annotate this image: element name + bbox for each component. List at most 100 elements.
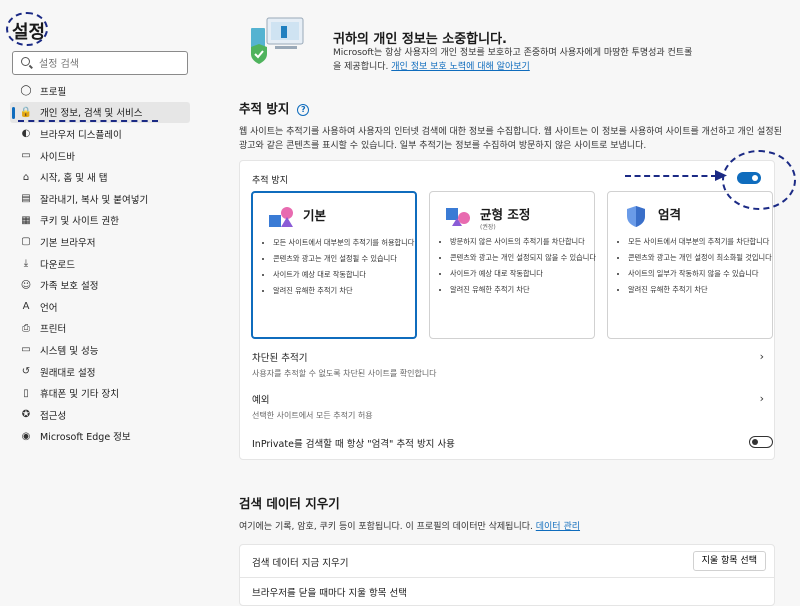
profile-icon: ◯ (20, 85, 32, 97)
lock-icon: 🔒 (19, 106, 33, 118)
option-bullet: 방문하지 않은 사이트의 추적기를 차단합니다 (450, 236, 598, 247)
toggle-knob (752, 439, 758, 445)
blocked-trackers-desc: 사용자를 추적할 수 없도록 차단된 사이트를 확인합니다 (252, 369, 437, 378)
sidebar-item-label: 원래대로 설정 (40, 367, 96, 379)
phone-icon: ▯ (23, 387, 29, 399)
sidebar-item[interactable]: ▭ 시스템 및 성능 (10, 339, 190, 361)
option-bullets: 모든 사이트에서 대부분의 추적기를 허용합니다 콘텐츠와 광고는 개인 설정될… (263, 237, 421, 301)
settings-sidebar: 설정 ◯프로필🔒개인 정보, 검색 및 서비스◐브라우저 디스플레이▭사이드바⌂… (0, 0, 206, 595)
sidebar-item[interactable]: ☺ 가족 보호 설정 (10, 274, 190, 296)
hero-description: Microsoft는 항상 사용자의 개인 정보를 보호하고 존중하며 사용자에… (333, 46, 693, 74)
sidebar-item[interactable]: ◐ 브라우저 디스플레이 (10, 123, 190, 145)
settings-search-input[interactable] (37, 55, 186, 73)
hero-title: 귀하의 개인 정보는 소중합니다. (333, 32, 507, 47)
help-icon[interactable]: ? (297, 103, 310, 116)
sidebar-item[interactable]: A 언어 (10, 296, 190, 318)
tracking-prevention-card: 추적 방지 기본 모든 사이트에서 대부분의 추적기를 허용합니다 콘텐츠와 광… (239, 160, 775, 460)
balanced-shapes-icon (446, 208, 470, 226)
settings-main: 귀하의 개인 정보는 소중합니다. Microsoft는 항상 사용자의 개인 … (205, 0, 800, 606)
option-title: 엄격 (658, 207, 682, 222)
option-bullet: 모든 사이트에서 대부분의 추적기를 차단합니다 (628, 236, 776, 247)
sidebar-item[interactable]: ▦ 쿠키 및 사이트 권한 (10, 210, 190, 232)
family-icon: ☺ (20, 279, 32, 291)
option-bullets: 모든 사이트에서 대부분의 추적기를 차단합니다 콘텐츠와 광고는 개인 설정이… (618, 236, 776, 300)
edge-icon: ◉ (21, 430, 31, 442)
tracking-option-strict[interactable]: 엄격 모든 사이트에서 대부분의 추적기를 차단합니다 콘텐츠와 광고는 개인 … (607, 191, 773, 339)
option-recommended: (권장) (480, 224, 496, 231)
annotation-arrow-line (625, 175, 717, 177)
tracking-title-text: 추적 방지 (239, 101, 290, 116)
sidebar-item-label: 사이드바 (40, 151, 75, 163)
tracking-section-title: 추적 방지? (239, 98, 310, 117)
tracking-toggle-label: 추적 방지 (252, 176, 288, 186)
sidebar-item-label: 프로필 (40, 86, 67, 98)
search-icon (21, 57, 30, 66)
settings-nav: ◯ 프로필 🔒 개인 정보, 검색 및 서비스 ◐ 브라우저 디스플레이 ▭ 사이드바 ⌂ 시작,… (10, 80, 190, 447)
option-title: 기본 (303, 208, 327, 223)
option-title: 균형 조정 (480, 207, 531, 222)
inprivate-strict-row: InPrivate를 검색할 때 항상 "엄격" 추적 방지 사용 (252, 436, 764, 450)
option-bullet: 알려진 유해한 추적기 차단 (273, 285, 421, 296)
privacy-illustration-icon (251, 17, 304, 64)
settings-search-box[interactable] (12, 51, 188, 75)
annotation-title-circle (6, 12, 48, 46)
sidebar-item-label: 시스템 및 성능 (40, 345, 99, 357)
clear-on-close-row[interactable]: 브라우저를 닫을 때마다 지울 항목 선택 (252, 585, 407, 599)
clear-data-card: 검색 데이터 지금 지우기 지울 항목 선택 브라우저를 닫을 때마다 지울 항… (239, 544, 775, 606)
sidebar-item-label: Microsoft Edge 정보 (40, 432, 131, 444)
sidebar-item-label: 언어 (40, 302, 58, 314)
sidebar-item-label: 기본 브라우저 (40, 237, 96, 249)
blocked-trackers-row[interactable]: 차단된 추적기 사용자를 추적할 수 없도록 차단된 사이트를 확인합니다 › (252, 350, 764, 379)
exceptions-title: 예외 (252, 395, 270, 406)
option-bullet: 알려진 유해한 추적기 차단 (450, 284, 598, 295)
option-bullet: 모든 사이트에서 대부분의 추적기를 허용합니다 (273, 237, 421, 248)
sidebar-icon: ▭ (21, 150, 31, 162)
option-bullet: 알려진 유해한 추적기 차단 (628, 284, 776, 295)
sidebar-item-label: 접근성 (40, 410, 67, 422)
exceptions-row[interactable]: 예외 선택한 사이트에서 모든 추적기 허용 › (252, 392, 764, 421)
sidebar-item-label: 시작, 홈 및 새 탭 (40, 173, 108, 185)
system-icon: ▭ (21, 344, 31, 356)
sidebar-item[interactable]: ▭ 사이드바 (10, 145, 190, 167)
clear-now-label: 검색 데이터 지금 지우기 (252, 558, 349, 569)
printer-icon: ⎙ (22, 322, 30, 334)
home-icon: ⌂ (22, 171, 30, 183)
option-bullet: 콘텐츠와 광고는 개인 설정될 수 있습니다 (273, 253, 421, 264)
accessibility-icon: ✪ (21, 409, 31, 421)
sidebar-item[interactable]: ◉ Microsoft Edge 정보 (10, 426, 190, 448)
blocked-trackers-title: 차단된 추적기 (252, 353, 308, 364)
option-bullet: 콘텐츠와 광고는 개인 설정이 최소화될 것입니다 (628, 252, 776, 263)
sidebar-item[interactable]: ▯ 휴대폰 및 기타 장치 (10, 382, 190, 404)
sidebar-item[interactable]: ↺ 원래대로 설정 (10, 361, 190, 383)
language-icon: A (22, 301, 30, 313)
sidebar-item-label: 잘라내기, 복사 및 붙여넣기 (40, 194, 149, 206)
inprivate-strict-label: InPrivate를 검색할 때 항상 "엄격" 추적 방지 사용 (252, 439, 455, 450)
sidebar-item[interactable]: ⌂ 시작, 홈 및 새 탭 (10, 166, 190, 188)
clear-data-desc-text: 여기에는 기록, 암호, 쿠키 등이 포함됩니다. 이 프로필의 데이터만 삭제… (239, 522, 533, 532)
clipboard-icon: ▤ (21, 193, 31, 205)
chevron-right-icon: › (759, 350, 764, 363)
option-bullet: 사이트의 일부가 작동하지 않을 수 있습니다 (628, 268, 776, 279)
tracking-description: 웹 사이트는 추적기를 사용하여 사용자의 인터넷 검색에 대한 정보를 수집합… (239, 127, 782, 151)
cookie-icon: ▦ (21, 214, 31, 226)
choose-what-to-clear-button[interactable]: 지울 항목 선택 (692, 551, 766, 571)
sidebar-item[interactable]: ⤓ 다운로드 (10, 253, 190, 275)
sidebar-item[interactable]: ✪ 접근성 (10, 404, 190, 426)
inprivate-strict-toggle[interactable] (749, 436, 773, 448)
shield-icon (627, 206, 645, 227)
download-icon: ⤓ (23, 258, 29, 270)
privacy-learn-more-link[interactable]: 개인 정보 보호 노력에 대해 알아보기 (391, 62, 530, 72)
sidebar-item[interactable]: ▤ 잘라내기, 복사 및 붙여넣기 (10, 188, 190, 210)
chevron-right-icon: › (759, 392, 764, 405)
sidebar-item-label: 개인 정보, 검색 및 서비스 (40, 108, 143, 120)
option-bullet: 사이트가 예상 대로 작동합니다 (450, 268, 598, 279)
option-bullet: 콘텐츠와 광고는 개인 설정되지 않을 수 있습니다 (450, 252, 598, 263)
sidebar-item[interactable]: ◯ 프로필 (10, 80, 190, 102)
sidebar-item-label: 브라우저 디스플레이 (40, 129, 122, 141)
sidebar-item[interactable]: ▢ 기본 브라우저 (10, 231, 190, 253)
tracking-option-balanced[interactable]: 균형 조정 (권장) 방문하지 않은 사이트의 추적기를 차단합니다 콘텐츠와 … (429, 191, 598, 339)
manage-data-link[interactable]: 데이터 관리 (536, 522, 580, 532)
sidebar-item[interactable]: ⎙ 프린터 (10, 318, 190, 340)
tracking-option-basic[interactable]: 기본 모든 사이트에서 대부분의 추적기를 허용합니다 콘텐츠와 광고는 개인 … (251, 191, 417, 339)
sidebar-item-label: 프린터 (40, 324, 67, 336)
